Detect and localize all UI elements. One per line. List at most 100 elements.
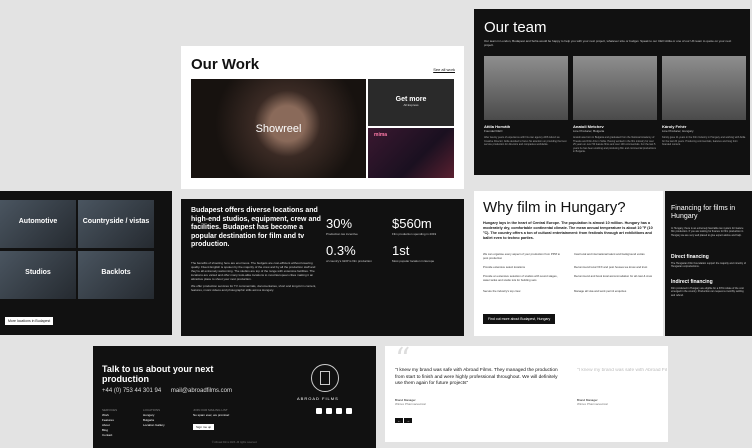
direct-financing-text: The Hungarian Film Foundation support th… (671, 262, 746, 269)
budapest-body: The benefits of shooting here are enormo… (191, 261, 321, 292)
bullet-item: Provide an extensive selection of studio… (483, 274, 558, 282)
bullet-item: Secure the industry's top crew (483, 289, 521, 293)
team-member: Károly Fehér Line Producer, Hungary Káro… (662, 56, 746, 147)
our-team-title: Our team (484, 19, 547, 36)
team-member: Anatoli Metchev Line Producer, Bulgaria … (573, 56, 657, 154)
location-tile-studios[interactable]: Studios (0, 251, 76, 299)
stat-item: $560m Film production spending in 2019 (392, 216, 462, 236)
sign-up-button[interactable]: Sign me up (193, 424, 215, 430)
see-all-work-link[interactable]: See all work (433, 67, 455, 72)
financing-intro: In Hungary, there is an extremely favora… (671, 227, 744, 237)
footer-card: Talk to us about your next production +4… (93, 346, 376, 448)
direct-financing-heading: Direct financing (671, 254, 709, 260)
bullet-item: Recommend local VFX and post houses we k… (574, 265, 648, 269)
linkedin-icon[interactable] (346, 408, 352, 414)
bullet-item: Cast local and international talent and … (574, 252, 645, 256)
location-label: Automotive (18, 218, 58, 225)
location-tile-backlots[interactable]: Backlots (78, 251, 154, 299)
budapest-card: Budapest offers diverse locations and hi… (181, 199, 464, 336)
why-film-title: Why film in Hungary? (483, 199, 626, 216)
stat-value: 0.3% (326, 243, 356, 258)
bullet-item: We can organise every aspect of your pro… (483, 252, 561, 260)
testimonial-author: Brand Manager Wintex Pharmaceutical (577, 398, 608, 406)
phone-link[interactable]: +44 (0) 753 44 301 94 (102, 388, 161, 394)
facebook-icon[interactable] (326, 408, 332, 414)
budapest-paragraph: The benefits of shooting here are enormo… (191, 261, 316, 281)
our-work-title: Our Work (191, 56, 260, 73)
financing-card: Financing for films in Hungary In Hungar… (665, 191, 752, 336)
team-intro: Our team in London, Budapest and Sofia w… (484, 39, 732, 47)
testimonial-nav: ← → (395, 418, 412, 423)
testimonial-quote: "I knew my brand was safe with Abroad Fi… (395, 368, 558, 386)
budapest-headline: Budapest offers diverse locations and hi… (191, 207, 321, 248)
budapest-paragraph: We offer production services for TV comm… (191, 284, 317, 292)
stat-value: 30% (326, 216, 353, 231)
member-bio: Károly gave 11 years in the Film Industr… (662, 136, 746, 146)
stat-value: $560m (392, 216, 432, 231)
work-tile-mima[interactable]: mima (368, 128, 454, 178)
more-locations-button[interactable]: More locations in Budapest (5, 317, 54, 325)
author-role: Wintex Pharmaceutical (577, 402, 608, 406)
footer-link[interactable]: Location Gallery (143, 423, 165, 428)
copyright: © Abroad Films 2023. All rights reserved… (211, 441, 258, 444)
get-more-label: Get more (395, 96, 427, 103)
financing-title: Financing for films in Hungary (671, 205, 736, 220)
footer-contact: +44 (0) 753 44 301 94 mail@abroadfilms.c… (102, 388, 232, 394)
location-label: Countryside / vistas (82, 218, 150, 225)
member-photo (662, 56, 746, 120)
author-role: Wintex Pharmaceutical (395, 402, 426, 406)
footer-title: Talk to us about your next production (102, 364, 214, 384)
prev-arrow-icon[interactable]: ← (395, 418, 403, 423)
our-work-card: Our Work See all work Showreel Get more … (181, 46, 464, 189)
stat-item: 0.3% of country's GDP is film production (326, 243, 396, 263)
showreel-label: Showreel (255, 123, 302, 135)
bullet-item: Recommend and book local accommodation f… (574, 274, 653, 278)
footer-services: SERVICES Work Features About Blog Contac… (102, 408, 117, 438)
member-role: Line Producer, Hungary (662, 129, 694, 133)
member-role: Line Producer, Bulgaria (573, 129, 605, 133)
abroad-films-logo-icon (311, 364, 339, 392)
stat-item: 1st Most popular location in Europe (392, 243, 462, 263)
member-photo (573, 56, 657, 120)
get-more-tile[interactable]: Get more All Express (368, 79, 454, 126)
location-label: Studios (25, 269, 51, 276)
team-member: Attila Horváth Founder/CEO After twenty … (484, 56, 568, 147)
get-more-sub: All Express (403, 103, 419, 107)
footer-link[interactable]: Contact (102, 433, 117, 438)
why-film-card: Why film in Hungary? Hungary lays in the… (474, 191, 663, 336)
mailing-note: No spam ever, we promise! (193, 413, 230, 417)
stat-desc: Film production spending in 2019 (392, 232, 437, 236)
location-tile-automotive[interactable]: Automotive (0, 200, 76, 248)
member-bio: Anatoli was born in Bulgaria and graduat… (573, 136, 656, 153)
stat-desc: Most popular location in Europe (392, 259, 435, 263)
find-out-more-button[interactable]: Find out more about Budapest, Hungary (483, 314, 556, 324)
email-link[interactable]: mail@abroadfilms.com (171, 388, 232, 394)
bullet-item: Provide extensive select locations (483, 265, 525, 269)
testimonial-author: Brand Manager Wintex Pharmaceutical (395, 398, 426, 406)
stat-desc: Production tax incentive (326, 232, 358, 236)
member-photo (484, 56, 568, 120)
locations-card: Automotive Countryside / vistas Studios … (0, 191, 172, 335)
our-team-card: Our team Our team in London, Budapest an… (474, 9, 750, 175)
stat-item: 30% Production tax incentive (326, 216, 396, 236)
showreel-tile[interactable]: Showreel (191, 79, 366, 178)
footer-locations: LOCATIONS Hungary Bulgaria Location Gall… (143, 408, 165, 428)
instagram-icon[interactable] (316, 408, 322, 414)
mima-brand: mima (374, 132, 388, 138)
member-role: Founder/CEO (484, 129, 503, 133)
testimonial-quote-next: "I knew my brand was safe with Abroad Fi… (577, 368, 667, 373)
next-arrow-icon[interactable]: → (404, 418, 412, 423)
indirect-financing-heading: Indirect financing (671, 279, 713, 285)
twitter-icon[interactable] (336, 408, 342, 414)
indirect-financing-text: Film produced in Hungary are eligible fo… (671, 287, 744, 297)
stat-desc: of country's GDP is film production (326, 259, 372, 263)
stat-value: 1st (392, 243, 410, 258)
footer-mailing: JOIN OUR MAILING LIST No spam ever, we p… (193, 408, 229, 418)
testimonial-card: “ "I knew my brand was safe with Abroad … (385, 346, 668, 442)
location-tile-countryside[interactable]: Countryside / vistas (78, 200, 154, 248)
why-film-intro: Hungary lays in the heart of Central Eur… (483, 221, 653, 240)
location-label: Backlots (101, 269, 131, 276)
bullet-item: Manage all visa and work permit enquirie… (574, 289, 627, 293)
member-bio: After twenty years of experience with hi… (484, 136, 567, 146)
logo-text: ABROAD FILMS (297, 396, 339, 401)
